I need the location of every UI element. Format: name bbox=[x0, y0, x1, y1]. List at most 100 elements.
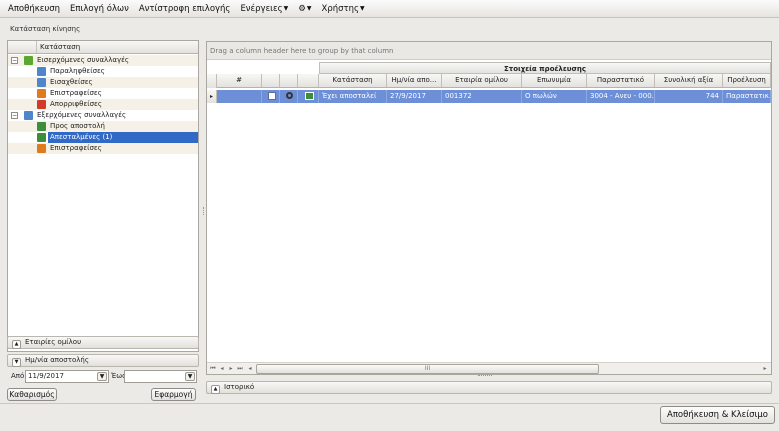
tree-item[interactable]: Απορριφθείσες bbox=[8, 99, 198, 110]
menu-select-all-label: Επιλογή όλων bbox=[70, 3, 129, 14]
prev-page-icon[interactable]: ◂ bbox=[218, 365, 226, 373]
chevron-down-icon: ▼ bbox=[360, 4, 365, 12]
first-page-icon[interactable]: ⏮ bbox=[209, 365, 217, 373]
grid-cell-check[interactable] bbox=[262, 90, 280, 103]
returned-icon bbox=[37, 89, 46, 98]
send-date-bar[interactable]: ▼ Ημ/νία αποστολής bbox=[7, 354, 199, 367]
tree-header-status[interactable]: Κατάσταση bbox=[36, 41, 199, 53]
last-page-icon[interactable]: ⏭ bbox=[236, 365, 244, 373]
save-and-close-button[interactable]: Αποθήκευση & Κλείσιμο bbox=[660, 406, 775, 424]
chevron-down-icon: ▼ bbox=[306, 4, 312, 12]
column-header-date[interactable]: Ημ/νία απο... bbox=[387, 74, 442, 88]
grid-cell-status: Έχει αποσταλεί bbox=[319, 90, 387, 103]
tree-item-label: Προς αποστολή bbox=[50, 122, 105, 130]
clear-button[interactable]: Καθαρισμός bbox=[7, 388, 57, 401]
date-filter-row: Από 11/9/2017 ▼ Έως ▼ bbox=[11, 370, 201, 383]
apply-button[interactable]: Εφαρμογή bbox=[151, 388, 196, 401]
chevron-up-icon[interactable]: ▲ bbox=[211, 385, 220, 394]
grid-cell-status-value: Έχει αποσταλεί bbox=[322, 92, 377, 100]
collapse-icon[interactable]: − bbox=[11, 112, 18, 119]
grid-cell-company-value: 001372 bbox=[445, 92, 472, 100]
group-companies-bar[interactable]: ▲ Εταιρίες ομίλου bbox=[7, 336, 199, 349]
collapse-icon[interactable]: − bbox=[11, 57, 18, 64]
from-date-value: 11/9/2017 bbox=[28, 372, 64, 380]
horizontal-scrollbar[interactable]: ⏮ ◂ ▸ ⏭ ◂ III ▸ bbox=[207, 362, 771, 374]
menu-actions-label: Ενέργειες bbox=[240, 3, 283, 14]
tree-item[interactable]: Παραληφθείσες bbox=[8, 66, 198, 77]
tree-item-label: Απεσταλμένες (1) bbox=[48, 132, 198, 143]
menu-user[interactable]: Χρήστης▼ bbox=[317, 1, 370, 17]
grid-cell-view[interactable] bbox=[280, 90, 298, 103]
gear-icon: ⚙ bbox=[298, 3, 306, 14]
column-header-name[interactable]: Επωνυμία bbox=[522, 74, 587, 88]
column-header-company[interactable]: Εταιρία ομίλου bbox=[442, 74, 522, 88]
menu-settings[interactable]: ⚙▼ bbox=[293, 1, 316, 17]
menu-invert-selection[interactable]: Αντίστροφη επιλογής bbox=[134, 1, 236, 17]
column-header-icon[interactable] bbox=[298, 74, 319, 88]
grid-cell-name: Ο πωλών bbox=[522, 90, 587, 103]
group-by-area[interactable]: Drag a column header here to group by th… bbox=[207, 42, 771, 60]
next-page-icon[interactable]: ▸ bbox=[227, 365, 235, 373]
grid-cell-icon bbox=[298, 90, 319, 103]
scroll-thumb[interactable]: III bbox=[256, 364, 599, 374]
grid-cell-name-value: Ο πωλών bbox=[525, 92, 557, 100]
sent-icon bbox=[37, 133, 46, 142]
returned-icon bbox=[37, 144, 46, 153]
grid-cell-total: 744 bbox=[655, 90, 723, 103]
grid-cell-doc: 3004 - Ανευ - 000... bbox=[587, 90, 655, 103]
tree-item[interactable]: Απεσταλμένες (1) bbox=[8, 132, 198, 143]
grid-cell-company: 001372 bbox=[442, 90, 522, 103]
history-label: Ιστορικό bbox=[224, 383, 255, 391]
tree-item[interactable]: Επιστραφείσες bbox=[8, 143, 198, 154]
incoming-icon bbox=[24, 56, 33, 65]
grid-cell-date-value: 27/9/2017 bbox=[390, 92, 426, 100]
column-header-origin[interactable]: Προέλευση bbox=[723, 74, 771, 88]
menu-save[interactable]: Αποθήκευση bbox=[3, 1, 65, 17]
calendar-dropdown-icon[interactable]: ▼ bbox=[185, 372, 195, 381]
grid-cell-origin: Παραστατικ... bbox=[723, 90, 771, 103]
grid-cell-doc-value: 3004 - Ανευ - 000... bbox=[590, 92, 655, 100]
chevron-down-icon[interactable]: ▼ bbox=[12, 358, 21, 367]
tree-item-label: Εισερχόμενες συναλλαγές bbox=[37, 56, 129, 64]
scroll-right-icon[interactable]: ▸ bbox=[761, 365, 769, 373]
from-date-field[interactable]: 11/9/2017 ▼ bbox=[25, 370, 109, 383]
menu-actions[interactable]: Ενέργειες▼ bbox=[235, 1, 293, 17]
history-bar[interactable]: ▲ Ιστορικό bbox=[206, 381, 772, 394]
to-send-icon bbox=[37, 122, 46, 131]
calendar-dropdown-icon[interactable]: ▼ bbox=[97, 372, 107, 381]
column-header-doc[interactable]: Παραστατικό bbox=[587, 74, 655, 88]
tree-item-label: Επιστραφείσες bbox=[50, 144, 102, 152]
menu-bar: Αποθήκευση Επιλογή όλων Αντίστροφη επιλο… bbox=[0, 0, 779, 18]
tree-item[interactable]: − Εισερχόμενες συναλλαγές bbox=[8, 55, 198, 66]
tree-header-blank bbox=[8, 41, 36, 53]
tree-item[interactable]: Επιστραφείσες bbox=[8, 88, 198, 99]
from-label: Από bbox=[11, 372, 25, 380]
received-icon bbox=[37, 67, 46, 76]
panel-title: Κατάσταση κίνησης bbox=[10, 25, 81, 33]
imported-icon bbox=[37, 78, 46, 87]
menu-select-all[interactable]: Επιλογή όλων bbox=[65, 1, 134, 17]
scroll-left-icon[interactable]: ◂ bbox=[246, 365, 254, 373]
splitter-grip bbox=[203, 207, 205, 215]
column-header-num[interactable]: # bbox=[217, 74, 262, 88]
search-icon[interactable] bbox=[286, 92, 293, 99]
tree-item[interactable]: − Εξερχόμενες συναλλαγές bbox=[8, 110, 198, 121]
row-indicator-icon: ▸ bbox=[207, 90, 217, 103]
tree-item[interactable]: Εισαχθείσες bbox=[8, 77, 198, 88]
to-date-field[interactable]: ▼ bbox=[124, 370, 197, 383]
header-indicator bbox=[207, 74, 217, 88]
column-header-view[interactable] bbox=[280, 74, 298, 88]
column-header-check[interactable] bbox=[262, 74, 280, 88]
chevron-down-icon: ▼ bbox=[283, 4, 289, 12]
column-header-total[interactable]: Συνολική αξία bbox=[655, 74, 723, 88]
column-header-status[interactable]: Κατάσταση bbox=[319, 74, 387, 88]
tree-header: Κατάσταση bbox=[8, 41, 198, 54]
transactions-grid: Drag a column header here to group by th… bbox=[206, 41, 772, 375]
tree-item[interactable]: Προς αποστολή bbox=[8, 121, 198, 132]
row-checkbox[interactable] bbox=[268, 92, 276, 100]
footer-divider bbox=[0, 403, 779, 404]
resize-grip[interactable] bbox=[478, 375, 492, 378]
chevron-up-icon[interactable]: ▲ bbox=[12, 340, 21, 349]
tree-item-label: Επιστραφείσες bbox=[50, 89, 102, 97]
left-panel: Κατάσταση κίνησης Κατάσταση − Εισερχόμενε… bbox=[3, 22, 202, 403]
